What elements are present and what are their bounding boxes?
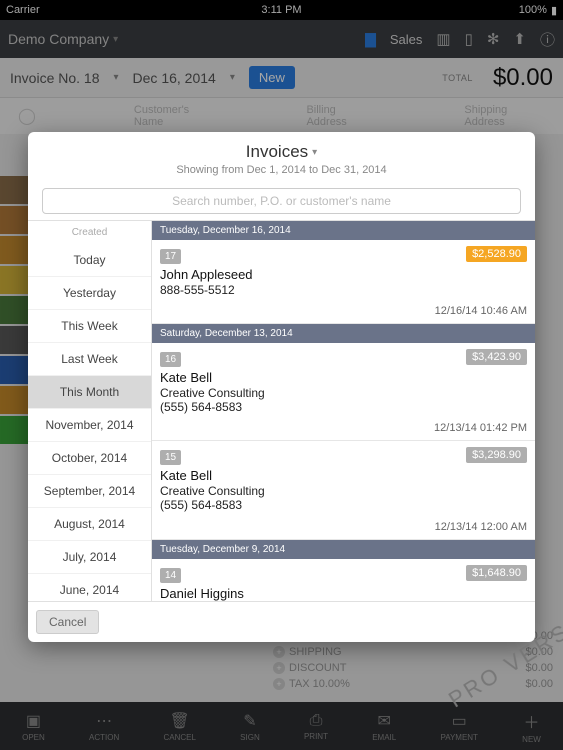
sidebar-item[interactable]: This Week <box>28 310 151 343</box>
customer-company: Creative Consulting <box>160 484 527 498</box>
invoice-number-badge: 17 <box>160 249 181 264</box>
invoice-amount-badge: $2,528.90 <box>466 246 527 262</box>
invoice-timestamp: 12/13/14 01:42 PM <box>434 422 527 434</box>
invoice-row[interactable]: 16 $3,423.90 Kate BellCreative Consulting(… <box>152 343 535 441</box>
day-header: Tuesday, December 9, 2014 <box>152 540 535 559</box>
invoice-number-badge: 16 <box>160 352 181 367</box>
sidebar-item[interactable]: November, 2014 <box>28 409 151 442</box>
day-header: Tuesday, December 16, 2014 <box>152 221 535 240</box>
sidebar-header: Created <box>28 221 151 244</box>
invoice-row[interactable]: 15 $3,298.90 Kate BellCreative Consulting(… <box>152 441 535 539</box>
modal-title[interactable]: Invoices ▾ <box>246 142 317 162</box>
invoice-amount-badge: $3,298.90 <box>466 447 527 463</box>
modal-title-text: Invoices <box>246 142 308 162</box>
customer-name: Kate Bell <box>160 370 527 386</box>
sidebar-item[interactable]: Today <box>28 244 151 277</box>
invoice-timestamp: 12/16/14 10:46 AM <box>435 305 527 317</box>
invoice-row[interactable]: 17 $2,528.90 John Appleseed888-555-5512 12/… <box>152 240 535 324</box>
invoice-list[interactable]: Tuesday, December 16, 2014 17 $2,528.90 Joh… <box>152 221 535 601</box>
customer-name: Kate Bell <box>160 468 527 484</box>
modal-subtitle: Showing from Dec 1, 2014 to Dec 31, 2014 <box>28 164 535 176</box>
invoice-number-badge: 14 <box>160 568 181 583</box>
customer-phone: (555) 564-8583 <box>160 400 527 414</box>
sidebar-item[interactable]: June, 2014 <box>28 574 151 601</box>
date-filter-sidebar: Created TodayYesterdayThis WeekLast Week… <box>28 221 152 601</box>
chevron-down-icon: ▾ <box>312 147 317 158</box>
sidebar-item[interactable]: Last Week <box>28 343 151 376</box>
day-header: Saturday, December 13, 2014 <box>152 324 535 343</box>
sidebar-item[interactable]: August, 2014 <box>28 508 151 541</box>
customer-company: Creative Consulting <box>160 386 527 400</box>
customer-phone: (555) 564-8583 <box>160 498 527 512</box>
sidebar-item[interactable]: This Month <box>28 376 151 409</box>
invoices-modal: Invoices ▾ Showing from Dec 1, 2014 to D… <box>28 132 535 642</box>
cancel-button[interactable]: Cancel <box>36 610 99 634</box>
customer-phone: 888-555-5512 <box>160 283 527 297</box>
customer-name: John Appleseed <box>160 267 527 283</box>
sidebar-item[interactable]: October, 2014 <box>28 442 151 475</box>
invoice-timestamp: 12/13/14 12:00 AM <box>435 521 527 533</box>
invoice-amount-badge: $1,648.90 <box>466 565 527 581</box>
sidebar-item[interactable]: September, 2014 <box>28 475 151 508</box>
invoice-row[interactable]: 14$1,648.90Daniel Higgins12/9/14 12:29 P… <box>152 559 535 601</box>
invoice-number-badge: 15 <box>160 450 181 465</box>
sidebar-item[interactable]: July, 2014 <box>28 541 151 574</box>
invoice-amount-badge: $3,423.90 <box>466 349 527 365</box>
search-input[interactable] <box>42 188 521 214</box>
sidebar-item[interactable]: Yesterday <box>28 277 151 310</box>
customer-name: Daniel Higgins <box>160 586 527 601</box>
